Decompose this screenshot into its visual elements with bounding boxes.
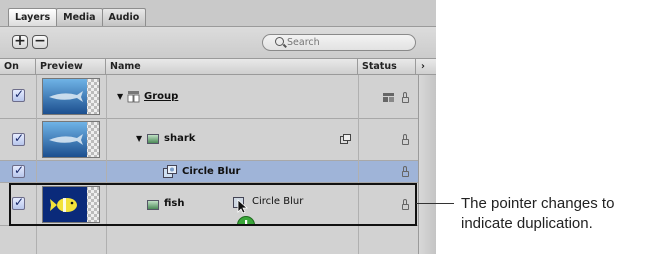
layer-name: shark (164, 133, 196, 144)
remove-layer-button[interactable]: − (32, 33, 48, 49)
shark-preview-thumbnail (42, 121, 100, 158)
group-status-icon (383, 93, 394, 102)
column-preview[interactable]: Preview (36, 59, 106, 75)
lock-icon[interactable] (402, 92, 409, 103)
filter-badge-icon[interactable] (340, 134, 351, 144)
drop-target-outline (9, 183, 417, 226)
column-divider (358, 75, 359, 254)
column-name[interactable]: Name (106, 59, 358, 75)
lock-icon[interactable] (402, 134, 409, 145)
tab-layers[interactable]: Layers (8, 8, 58, 26)
column-divider (36, 75, 37, 254)
search-input[interactable] (287, 36, 407, 49)
minus-icon: − (34, 33, 46, 49)
shark-preview-thumbnail (42, 78, 100, 115)
underwater-image (43, 79, 87, 114)
plus-icon: + (14, 33, 26, 49)
layers-panel: Layers Media Audio + − On Preview Name S… (0, 0, 436, 254)
callout-text: The pointer changes to indicate duplicat… (461, 194, 614, 234)
search-field[interactable] (262, 34, 416, 51)
search-icon (275, 37, 284, 46)
disclosure-triangle[interactable]: ▼ (117, 92, 123, 101)
disclosure-triangle[interactable]: ▼ (136, 134, 142, 143)
add-layer-button[interactable]: + (12, 33, 28, 49)
group-icon (127, 90, 140, 103)
tab-bar: Layers Media Audio (8, 8, 147, 26)
lock-icon[interactable] (402, 166, 409, 177)
callout-line-1: The pointer changes to (461, 195, 615, 212)
vertical-scrollbar[interactable] (418, 75, 436, 254)
underwater-image (43, 122, 87, 157)
layer-row-group[interactable]: ▼ Group (0, 75, 418, 119)
column-on[interactable]: On (0, 59, 36, 75)
layer-name: Circle Blur (182, 166, 241, 177)
layer-row-circle-blur[interactable]: Circle Blur (0, 161, 418, 183)
callout-leader-line (416, 203, 454, 204)
column-status[interactable]: Status (358, 59, 416, 75)
filter-icon (163, 165, 177, 178)
layer-row-shark[interactable]: ▼ shark (0, 119, 418, 161)
tab-audio[interactable]: Audio (101, 8, 147, 26)
chevron-right-icon[interactable]: › (416, 59, 436, 75)
row-checkbox[interactable] (12, 131, 25, 146)
column-divider (106, 75, 107, 254)
tab-media[interactable]: Media (56, 8, 103, 26)
column-header: On Preview Name Status › (0, 58, 436, 75)
image-layer-icon (147, 134, 159, 144)
callout-line-2: indicate duplication. (461, 215, 593, 232)
row-checkbox[interactable] (12, 163, 25, 178)
layer-name: Group (144, 91, 179, 102)
empty-row (0, 226, 418, 254)
row-checkbox[interactable] (12, 87, 25, 102)
